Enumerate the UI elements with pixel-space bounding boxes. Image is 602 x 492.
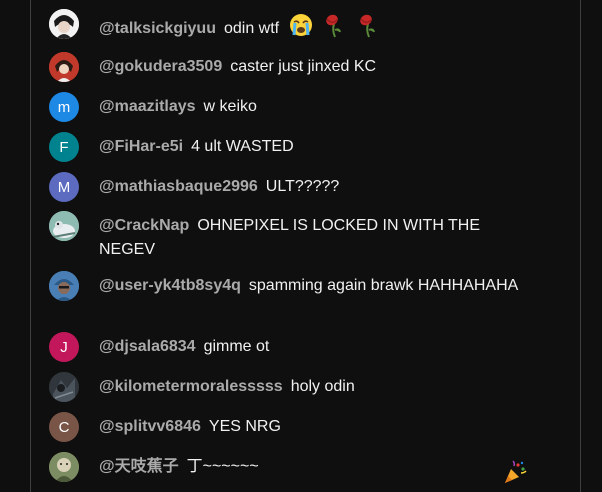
wilted-flower-icon xyxy=(356,12,382,46)
author-name[interactable]: @djsala6834 xyxy=(99,338,196,355)
avatar[interactable] xyxy=(49,271,79,301)
author-name[interactable]: @mathiasbaque2996 xyxy=(99,178,258,195)
avatar-letter: m xyxy=(57,98,71,116)
author-name[interactable]: @FiHar-e5i xyxy=(99,138,183,155)
message-text: 丁~~~~~~ xyxy=(186,458,259,475)
avatar[interactable] xyxy=(49,452,79,482)
chat-message: @talksickgiyuu odin wtf xyxy=(49,9,539,46)
author-name[interactable]: @CrackNap xyxy=(99,217,189,234)
avatar-letter: C xyxy=(58,418,70,436)
live-chat-panel: @talksickgiyuu odin wtf @gokudera3509 ca… xyxy=(30,0,581,492)
chat-message: @user-yk4tb8sy4q spamming again brawk HAH… xyxy=(49,271,539,301)
author-name[interactable]: @splitvv6846 xyxy=(99,418,201,435)
wilted-flower-icon xyxy=(322,12,348,46)
party-popper-icon xyxy=(502,460,528,491)
avatar-letter: F xyxy=(59,138,69,156)
avatar[interactable] xyxy=(49,9,79,39)
avatar[interactable] xyxy=(49,211,79,241)
chat-message: @gokudera3509 caster just jinxed KC xyxy=(49,52,539,82)
avatar[interactable] xyxy=(49,372,79,402)
message-text: ULT????? xyxy=(265,178,340,195)
chat-message: J @djsala6834 gimme ot xyxy=(49,332,539,362)
message-text: holy odin xyxy=(290,378,355,395)
message-text: w keiko xyxy=(203,98,257,115)
author-name[interactable]: @talksickgiyuu xyxy=(99,20,216,37)
author-name[interactable]: @maazitlays xyxy=(99,98,196,115)
chat-message: @CrackNap OHNEPIXEL IS LOCKED IN WITH THE… xyxy=(49,211,539,262)
message-text: 4 ult WASTED xyxy=(191,138,294,155)
chat-message: @天吱蕉子 丁~~~~~~ xyxy=(49,452,539,482)
message-text: spamming again brawk HAHHAHAHA xyxy=(248,277,519,294)
loudly-crying-face-icon xyxy=(288,12,314,46)
avatar[interactable]: J xyxy=(49,332,79,362)
author-name[interactable]: @kilometermoralesssss xyxy=(99,378,283,395)
avatar[interactable] xyxy=(49,52,79,82)
message-text: caster just jinxed KC xyxy=(230,58,377,75)
avatar-letter: M xyxy=(57,178,71,196)
chat-message: m @maazitlays w keiko xyxy=(49,92,539,122)
chat-message: @kilometermoralesssss holy odin xyxy=(49,372,539,402)
author-name[interactable]: @user-yk4tb8sy4q xyxy=(99,277,241,294)
author-name[interactable]: @天吱蕉子 xyxy=(99,458,179,475)
avatar[interactable]: m xyxy=(49,92,79,122)
chat-message: M @mathiasbaque2996 ULT????? xyxy=(49,172,539,202)
message-text: odin wtf xyxy=(223,20,280,38)
message-text: YES NRG xyxy=(208,418,281,435)
author-name[interactable]: @gokudera3509 xyxy=(99,58,222,75)
chat-message: F @FiHar-e5i 4 ult WASTED xyxy=(49,132,539,162)
chat-message: C @splitvv6846 YES NRG xyxy=(49,412,539,442)
message-text: gimme ot xyxy=(203,338,270,355)
avatar[interactable]: M xyxy=(49,172,79,202)
avatar-letter: J xyxy=(60,338,68,356)
avatar[interactable]: F xyxy=(49,132,79,162)
avatar[interactable]: C xyxy=(49,412,79,442)
